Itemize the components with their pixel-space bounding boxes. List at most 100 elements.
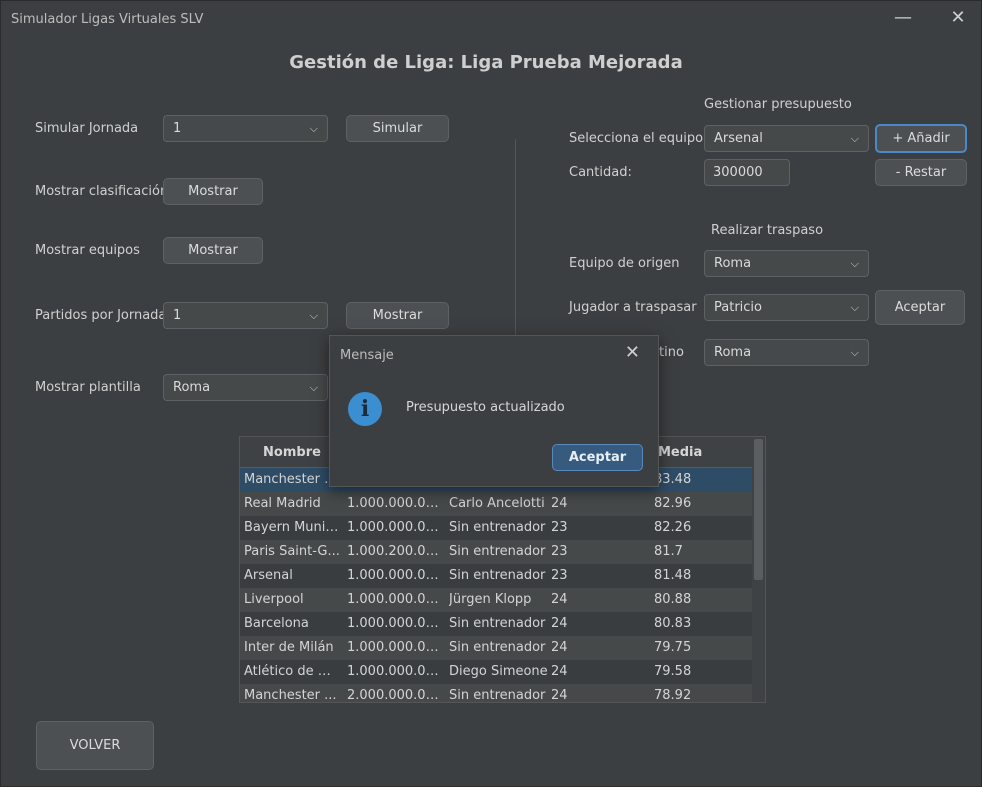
presupuesto-title: Gestionar presupuesto [704,97,852,112]
table-cell: 79.75 [654,640,692,655]
aceptar-traspaso-button[interactable]: Aceptar [875,290,965,325]
table-cell: Liverpool [244,592,304,607]
table-cell: Sin entrenador [449,688,546,703]
table-row[interactable]: Barcelona 1.000.000.00... Sin entrenador 24… [240,612,752,636]
partidos-jornada-label: Partidos por Jornada [35,308,167,323]
restar-button[interactable]: - Restar [875,159,967,186]
equipo-select[interactable]: Arsenal ⌵ [704,125,869,152]
close-icon[interactable]: ✕ [625,342,640,363]
chevron-down-icon: ⌵ [309,122,318,135]
traspaso-title: Realizar traspaso [711,223,824,238]
chevron-down-icon: ⌵ [309,381,318,394]
mostrar-clasificacion-button[interactable]: Mostrar [163,178,263,205]
table-cell: 81.7 [654,544,683,559]
destino-select[interactable]: Roma ⌵ [704,339,869,366]
origen-value: Roma [714,256,752,271]
table-cell: 80.88 [654,592,692,607]
table-cell: 1.000.000.00... [347,496,443,511]
table-cell: 24 [551,616,568,631]
chevron-down-icon: ⌵ [850,257,859,270]
equipo-label: Selecciona el equipo [569,131,704,146]
volver-button[interactable]: VOLVER [36,721,154,770]
title-bar: Simulador Ligas Virtuales SLV — ✕ [1,1,981,39]
add-button[interactable]: + Añadir [875,124,967,153]
chevron-down-icon: ⌵ [850,301,859,314]
column-divider [515,139,516,339]
destino-label: tino [659,345,684,360]
scrollbar-thumb[interactable] [754,439,763,580]
origen-label: Equipo de origen [569,256,680,271]
jugador-value: Patricio [714,300,762,315]
main-window: Simulador Ligas Virtuales SLV — ✕ Gestió… [0,0,982,787]
table-row[interactable]: Real Madrid 1.000.000.00... Carlo Ancelott… [240,492,752,516]
mostrar-equipos-label: Mostrar equipos [35,243,140,258]
vertical-scrollbar[interactable] [752,437,765,702]
table-cell: 79.58 [654,664,692,679]
table-row[interactable]: Atlético de M... 1.000.000.00... Diego Sim… [240,660,752,684]
page-title: Gestión de Liga: Liga Prueba Mejorada [289,52,683,73]
table-cell: Manchester ... [244,688,337,703]
table-cell: 24 [551,664,568,679]
info-icon: i [348,392,382,426]
jugador-select[interactable]: Patricio ⌵ [704,294,869,321]
table-cell: 82.96 [654,496,692,511]
close-icon[interactable]: ✕ [945,7,971,31]
dialog-ok-button[interactable]: Aceptar [552,444,643,471]
table-cell: 1.000.000.00... [347,640,443,655]
table-row[interactable]: Inter de Milán 1.000.000.00... Sin entrena… [240,636,752,660]
mostrar-plantilla-select[interactable]: Roma ⌵ [163,374,328,401]
table-cell: Barcelona [244,616,309,631]
table-row[interactable]: Bayern Munich 1.000.000.00... Sin entrenad… [240,516,752,540]
table-row[interactable]: Paris Saint-G... 1.000.200.00... Sin entre… [240,540,752,564]
table-cell: Sin entrenador [449,640,546,655]
table-cell: Real Madrid [244,496,321,511]
mostrar-partidos-button[interactable]: Mostrar [346,302,449,329]
table-cell: 23 [551,544,568,559]
table-cell: 24 [551,592,568,607]
table-row[interactable]: Manchester ... 2.000.000.00... Sin entrena… [240,684,752,703]
simular-jornada-value: 1 [173,121,182,136]
table-cell: 1.000.000.00... [347,592,443,607]
table-cell: 1.000.000.00... [347,568,443,583]
table-cell: Sin entrenador [449,544,546,559]
partidos-jornada-select[interactable]: 1 ⌵ [163,302,328,329]
dialog-title: Mensaje [340,348,394,363]
partidos-jornada-value: 1 [173,308,182,323]
table-cell: 80.83 [654,616,692,631]
column-header[interactable]: Media equi... [654,437,752,491]
simular-jornada-select[interactable]: 1 ⌵ [163,115,328,142]
table-cell: 83.48 [654,472,692,487]
table-cell: 1.000.200.00... [347,544,443,559]
jugador-label: Jugador a traspasar [569,300,697,315]
simular-button[interactable]: Simular [346,115,449,142]
cantidad-input[interactable]: 300000 [704,159,790,186]
destino-value: Roma [714,345,752,360]
table-cell: Paris Saint-G... [244,544,340,559]
table-cell: Manchester C... [244,472,340,487]
table-cell: Sin entrenador [449,616,546,631]
chevron-down-icon: ⌵ [850,346,859,359]
table-cell: Sin entrenador [449,520,546,535]
mostrar-plantilla-label: Mostrar plantilla [35,380,141,395]
table-cell: 1.000.000.00... [347,520,443,535]
table-cell: Diego Simeone [449,664,548,679]
table-cell: 1.000.000.00... [347,664,443,679]
table-cell: Arsenal [244,568,293,583]
table-cell: Carlo Ancelotti [449,496,545,511]
mostrar-equipos-button[interactable]: Mostrar [163,237,263,264]
table-row[interactable]: Arsenal 1.000.000.00... Sin entrenador 23 81… [240,564,752,588]
app-title: Simulador Ligas Virtuales SLV [11,12,204,27]
table-cell: Inter de Milán [244,640,334,655]
table-cell: 1.000.000.00... [347,616,443,631]
chevron-down-icon: ⌵ [309,309,318,322]
table-cell: 23 [551,520,568,535]
table-cell: 2.000.000.00... [347,688,443,703]
dialog-message: Presupuesto actualizado [406,400,565,415]
table-cell: Bayern Munich [244,520,340,535]
table-cell: Atlético de M... [244,664,340,679]
table-cell: Sin entrenador [449,568,546,583]
origen-select[interactable]: Roma ⌵ [704,250,869,277]
minimize-icon[interactable]: — [890,7,916,31]
message-dialog: Mensaje ✕ i Presupuesto actualizado Acep… [329,335,659,487]
table-row[interactable]: Liverpool 1.000.000.00... Jürgen Klopp 24 80… [240,588,752,612]
